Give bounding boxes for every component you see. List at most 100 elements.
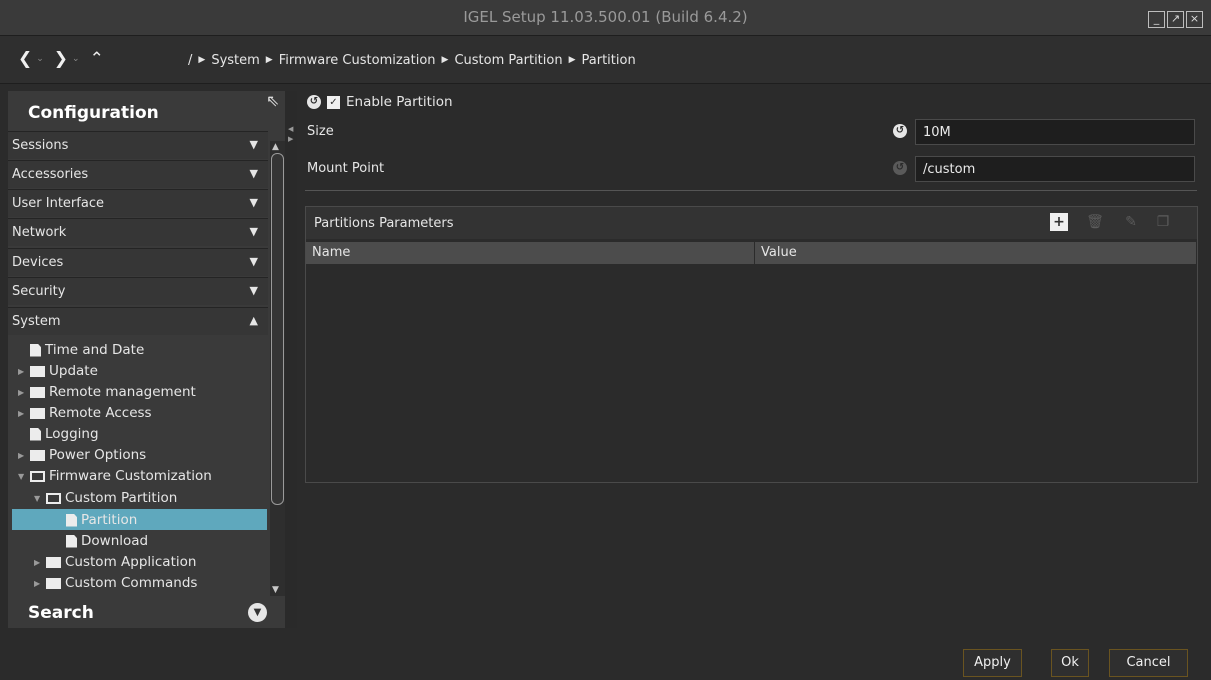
expand-arrow-icon[interactable]: ▶	[18, 451, 26, 460]
tree-item-label: Remote Access	[49, 405, 152, 421]
expand-arrow-icon[interactable]: ▶	[34, 558, 42, 567]
column-header-name[interactable]: Name	[306, 242, 755, 264]
tree-item-remote-management[interactable]: ▶ Remote management	[18, 382, 196, 402]
sidebar-category-accessories[interactable]: Accessories ▼	[8, 160, 268, 188]
reset-default-icon: ↺	[893, 161, 907, 175]
main-panel: ↺ ✓ Enable Partition Size ↺ Mount Point …	[297, 84, 1211, 680]
breadcrumb-partition[interactable]: Partition	[582, 53, 636, 68]
expand-icon: ▼	[249, 167, 258, 180]
breadcrumb-custom-partition[interactable]: Custom Partition	[454, 53, 562, 68]
title-bar: IGEL Setup 11.03.500.01 (Build 6.4.2) _ …	[0, 0, 1211, 36]
mount-point-input[interactable]	[915, 156, 1195, 182]
ok-button[interactable]: Ok	[1051, 649, 1089, 677]
folder-icon	[30, 365, 45, 377]
cancel-button[interactable]: Cancel	[1109, 649, 1188, 677]
tree-item-custom-application[interactable]: ▶ Custom Application	[34, 552, 196, 572]
search-panel-header[interactable]: Search ▼	[8, 596, 285, 628]
category-label: User Interface	[12, 196, 104, 211]
collapse-arrow-icon[interactable]: ▼	[18, 472, 26, 481]
size-label: Size	[307, 124, 334, 139]
edit-icon: ✎	[1125, 214, 1137, 230]
breadcrumb-system[interactable]: System	[211, 53, 259, 68]
collapse-arrow-icon[interactable]: ▼	[34, 494, 42, 503]
back-history-icon[interactable]: ⌄	[36, 54, 44, 64]
partitions-parameters-panel: Partitions Parameters + 🗑 ✎ ❐ Name Value	[305, 206, 1198, 483]
scrollbar-thumb[interactable]	[271, 153, 284, 505]
window-controls: _ ↗ ×	[1148, 11, 1203, 28]
forward-history-icon[interactable]: ⌄	[72, 54, 80, 64]
size-input[interactable]	[915, 119, 1195, 145]
folder-icon	[30, 407, 45, 419]
tree-item-custom-partition[interactable]: ▼ Custom Partition	[34, 488, 177, 508]
panel-splitter[interactable]: ◀ ▶	[285, 91, 297, 628]
delete-icon: 🗑	[1086, 214, 1104, 230]
selected-row-highlight	[12, 509, 267, 530]
add-icon[interactable]: +	[1050, 213, 1068, 231]
forward-button[interactable]: ❯	[54, 49, 68, 69]
tree-item-logging[interactable]: Logging	[18, 424, 99, 444]
sidebar-category-network[interactable]: Network ▼	[8, 218, 268, 246]
tree-item-time-and-date[interactable]: Time and Date	[18, 340, 144, 360]
sidebar-category-security[interactable]: Security ▼	[8, 277, 268, 305]
search-label: Search	[28, 603, 94, 623]
minimize-button[interactable]: _	[1148, 11, 1165, 28]
back-button[interactable]: ❮	[18, 49, 32, 69]
tree-item-download[interactable]: Download	[66, 531, 148, 551]
folder-open-icon	[30, 470, 45, 482]
file-icon	[66, 534, 77, 548]
maximize-button[interactable]: ↗	[1167, 11, 1184, 28]
sidebar-category-sessions[interactable]: Sessions ▼	[8, 131, 268, 159]
tree-item-label: Download	[81, 533, 149, 549]
up-button[interactable]: ⌃	[90, 49, 104, 69]
file-icon	[66, 513, 77, 527]
breadcrumb-separator-icon: ▶	[441, 55, 449, 65]
expand-arrow-icon[interactable]: ▶	[34, 579, 42, 588]
collapse-right-icon[interactable]: ▶	[288, 135, 293, 143]
divider	[305, 190, 1197, 191]
collapse-left-icon[interactable]: ◀	[288, 125, 293, 133]
enable-partition-checkbox[interactable]: ✓	[327, 95, 340, 109]
category-label: Devices	[12, 255, 64, 270]
category-label: Security	[12, 284, 66, 299]
sidebar-category-user-interface[interactable]: User Interface ▼	[8, 189, 268, 217]
tree-item-firmware-customization[interactable]: ▼ Firmware Customization	[18, 466, 212, 486]
tree-item-label: Remote management	[49, 384, 196, 400]
folder-icon	[46, 556, 61, 568]
sidebar-category-system[interactable]: System ▲	[8, 307, 268, 335]
expand-icon: ▼	[249, 138, 258, 151]
sidebar-category-devices[interactable]: Devices ▼	[8, 248, 268, 276]
tree-item-power-options[interactable]: ▶ Power Options	[18, 445, 146, 465]
close-button[interactable]: ×	[1186, 11, 1203, 28]
column-header-value[interactable]: Value	[755, 242, 1197, 264]
breadcrumb-separator-icon: ▶	[568, 55, 576, 65]
tree-item-custom-commands[interactable]: ▶ Custom Commands	[34, 573, 197, 593]
tree-item-update[interactable]: ▶ Update	[18, 361, 98, 381]
file-icon	[30, 427, 41, 441]
category-label: System	[12, 314, 61, 329]
scroll-down-icon[interactable]: ▼	[272, 585, 279, 595]
expand-arrow-icon[interactable]: ▶	[18, 367, 26, 376]
folder-icon	[46, 577, 61, 589]
expand-search-icon[interactable]: ▼	[248, 603, 267, 622]
tree-item-label: Partition	[81, 512, 138, 528]
tree-item-remote-access[interactable]: ▶ Remote Access	[18, 403, 152, 423]
breadcrumb-firmware-customization[interactable]: Firmware Customization	[279, 53, 436, 68]
breadcrumb-root[interactable]: /	[188, 53, 192, 68]
tree-item-label: Custom Application	[65, 554, 197, 570]
reset-default-icon[interactable]: ↺	[893, 124, 907, 138]
expand-arrow-icon[interactable]: ▶	[18, 388, 26, 397]
scroll-up-icon[interactable]: ▲	[272, 142, 279, 152]
enable-partition-label: Enable Partition	[346, 94, 453, 110]
reset-default-icon[interactable]: ↺	[307, 95, 321, 109]
tree-item-partition[interactable]: Partition	[66, 510, 137, 530]
tree-item-label: Firmware Customization	[49, 468, 212, 484]
folder-icon	[30, 386, 45, 398]
category-label: Sessions	[12, 138, 69, 153]
window-title: IGEL Setup 11.03.500.01 (Build 6.4.2)	[463, 8, 748, 26]
breadcrumb-separator-icon: ▶	[265, 55, 273, 65]
tree-item-label: Custom Partition	[65, 490, 178, 506]
apply-button[interactable]: Apply	[963, 649, 1022, 677]
expand-arrow-icon[interactable]: ▶	[18, 409, 26, 418]
tree-item-label: Logging	[45, 426, 99, 442]
partitions-parameters-title: Partitions Parameters	[314, 216, 454, 231]
